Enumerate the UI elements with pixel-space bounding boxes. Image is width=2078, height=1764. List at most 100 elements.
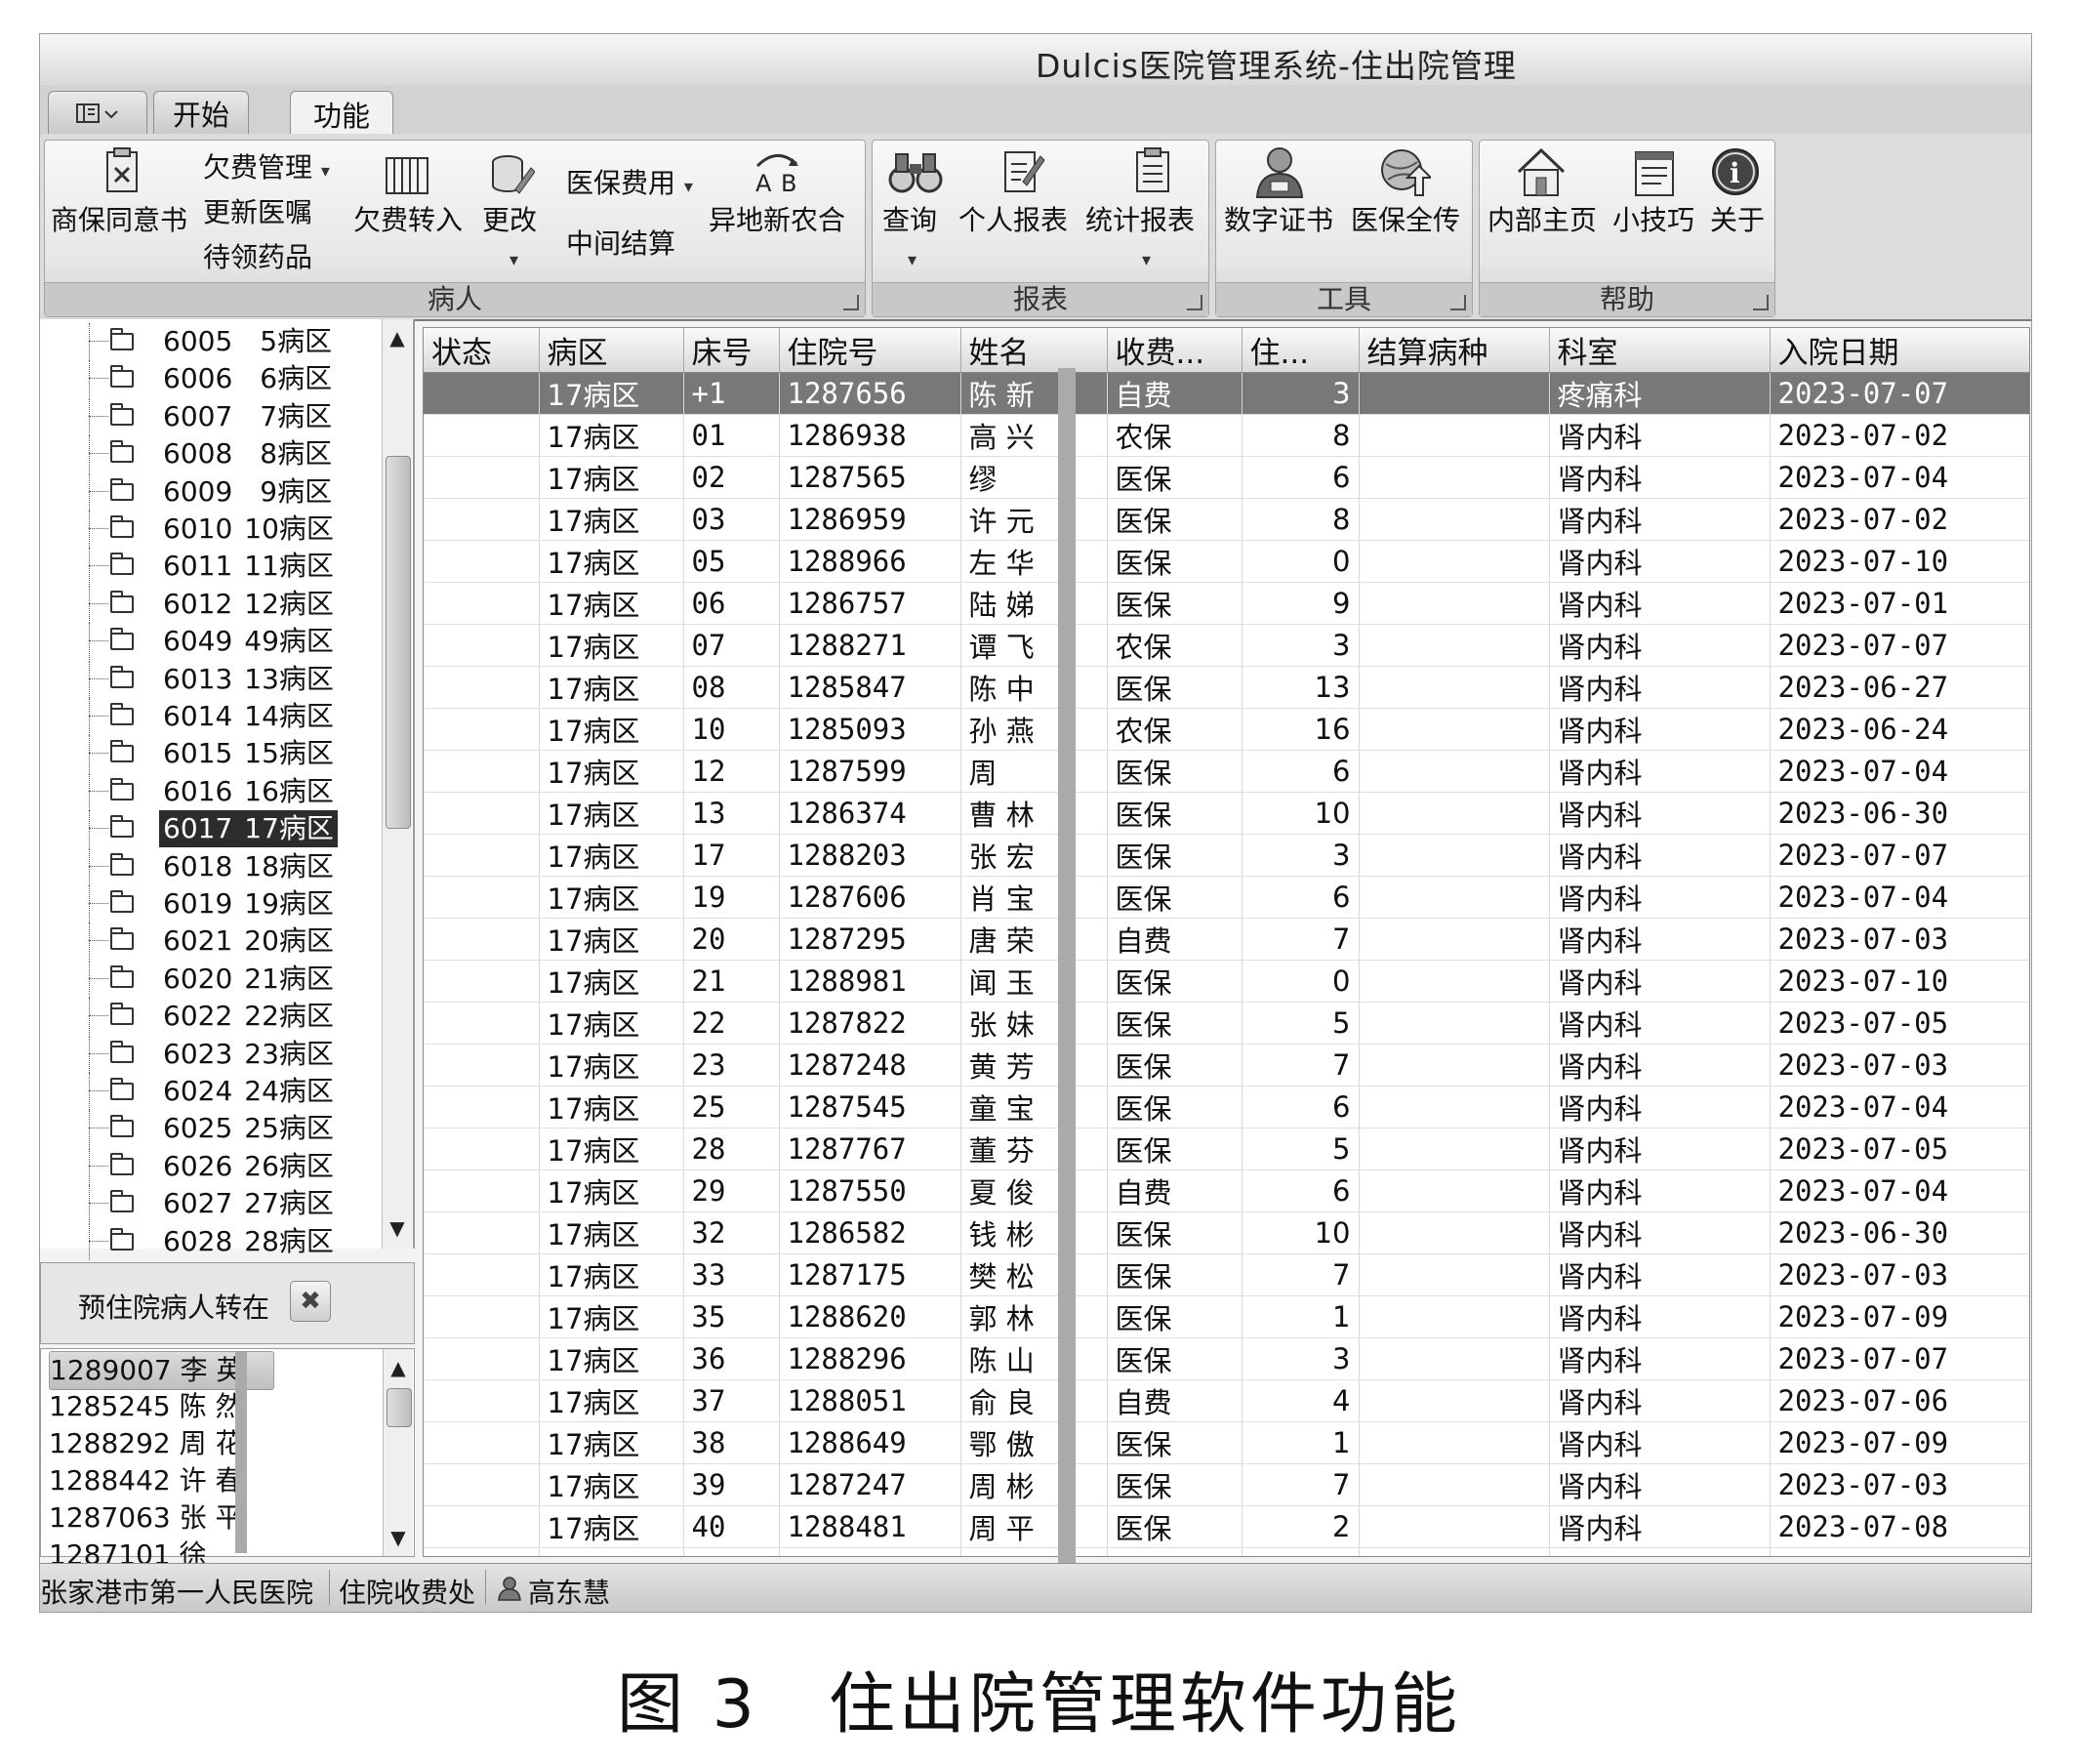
table-row[interactable]: 17病区 01 1286938 高 兴农保 8 肾内科 2023-07-02 xyxy=(424,414,2029,457)
tree-connector xyxy=(89,1052,108,1054)
pending-drugs-button[interactable]: 待领药品 xyxy=(203,236,312,275)
table-row[interactable]: 17病区 17 1288203 张 宏医保 3 肾内科 2023-07-07 xyxy=(424,834,2029,877)
insurance-fees-button[interactable]: 医保费用 ▾ xyxy=(566,162,693,201)
table-row[interactable]: 17病区 22 1287822 张 妹医保 5 肾内科 2023-07-05 xyxy=(424,1002,2029,1045)
column-header[interactable]: 床号 xyxy=(683,328,780,373)
pre-admission-id: 1288442 xyxy=(49,1464,171,1497)
pre-admission-scroll-thumb[interactable] xyxy=(387,1388,412,1427)
tab-start[interactable]: 开始 xyxy=(153,91,249,135)
table-row[interactable]: 17病区 37 1288051 俞 良自费 4 肾内科 2023-07-06 xyxy=(424,1379,2029,1422)
ribbon: 商保同意书 欠费管理 ▾ 更新医嘱 待领药品 欠费转入 更改 ▾ 医保费用 ▾ … xyxy=(40,134,2031,321)
update-orders-button[interactable]: 更新医嘱 xyxy=(203,191,312,230)
column-header[interactable]: 姓名 xyxy=(960,328,1108,373)
table-row[interactable]: 17病区 33 1287175 樊 松医保 7 肾内科 2023-07-03 xyxy=(424,1253,2029,1296)
digital-certificate-button[interactable]: 数字证书 xyxy=(1224,199,1333,238)
app-menu-button[interactable] xyxy=(48,91,147,135)
table-row[interactable]: 17病区 32 1286582 钱 彬医保 10 肾内科 2023-06-30 xyxy=(424,1211,2029,1254)
pre-admission-scrollbar[interactable]: ▲ ▼ xyxy=(383,1349,413,1556)
statistics-report-button[interactable]: 统计报表 xyxy=(1085,199,1195,238)
scroll-down-icon[interactable]: ▼ xyxy=(383,1213,412,1243)
table-row[interactable]: 17病区 38 1288649 鄂 傲医保 1 肾内科 2023-07-09 xyxy=(424,1421,2029,1464)
tree-connector xyxy=(89,623,109,661)
personal-report-button[interactable]: 个人报表 xyxy=(958,199,1068,238)
table-row[interactable]: 17病区 02 1287565 缪医保 6 肾内科 2023-07-04 xyxy=(424,456,2029,499)
dialog-launcher-icon[interactable] xyxy=(843,295,859,310)
ward-tree-scrollbar[interactable]: ▲ ▼ xyxy=(382,319,412,1249)
pre-admission-item[interactable]: 1288442 许 春 xyxy=(49,1462,243,1499)
table-cell: 肾内科 xyxy=(1549,1421,1771,1464)
tree-connector xyxy=(89,1110,109,1148)
tree-connector xyxy=(89,1147,109,1185)
modify-button[interactable]: 更改 xyxy=(482,199,537,238)
table-row[interactable]: 17病区 +1 1287656 陈 新自费 3 疼痛科 2023-07-07 xyxy=(424,372,2029,415)
table-cell: 6 xyxy=(1242,1086,1360,1128)
dialog-launcher-icon[interactable] xyxy=(1450,295,1466,310)
consent-form-button[interactable]: 商保同意书 xyxy=(51,199,187,238)
table-row[interactable]: 17病区 23 1287248 黄 芳医保 7 肾内科 2023-07-03 xyxy=(424,1044,2029,1087)
table-cell: 肾内科 xyxy=(1549,1211,1771,1254)
dialog-launcher-icon[interactable] xyxy=(1753,295,1769,310)
table-row[interactable]: 17病区 03 1286959 许 元医保 8 肾内科 2023-07-02 xyxy=(424,498,2029,541)
scroll-up-icon[interactable]: ▲ xyxy=(383,323,412,352)
table-row[interactable]: 17病区 19 1287606 肖 宝医保 6 肾内科 2023-07-04 xyxy=(424,876,2029,919)
table-cell: 陆 娣 xyxy=(960,582,1108,625)
column-header[interactable]: 结算病种 xyxy=(1359,328,1550,373)
tips-button[interactable]: 小技巧 xyxy=(1612,199,1694,238)
scroll-up-icon[interactable]: ▲ xyxy=(384,1353,413,1382)
tab-function[interactable]: 功能 xyxy=(290,91,393,136)
column-header[interactable]: 病区 xyxy=(539,328,684,373)
table-cell: 17病区 xyxy=(539,666,684,709)
table-cell: 陈 山 xyxy=(960,1337,1108,1380)
scroll-down-icon[interactable]: ▼ xyxy=(384,1523,413,1552)
intranet-home-button[interactable]: 内部主页 xyxy=(1487,199,1597,238)
column-header[interactable]: 入院日期 xyxy=(1770,328,2029,373)
table-row[interactable]: 17病区 07 1288271 谭 飞农保 3 肾内科 2023-07-07 xyxy=(424,624,2029,667)
ward-code: 6027 xyxy=(163,1187,233,1220)
table-row[interactable]: 17病区 05 1288966 左 华医保 0 肾内科 2023-07-10 xyxy=(424,540,2029,583)
table-row[interactable]: 17病区 13 1286374 曹 林医保 10 肾内科 2023-06-30 xyxy=(424,792,2029,835)
interim-settlement-button[interactable]: 中间结算 xyxy=(566,223,675,262)
column-header[interactable]: 状态 xyxy=(424,328,540,373)
insurance-upload-button[interactable]: 医保全传 xyxy=(1351,199,1460,238)
pre-admission-item[interactable]: 1288292 周 花 xyxy=(49,1425,243,1462)
arrears-management-button[interactable]: 欠费管理 ▾ xyxy=(203,146,330,185)
table-row[interactable]: 17病区 21 1288981 闻 玉医保 0 肾内科 2023-07-10 xyxy=(424,960,2029,1003)
table-row[interactable]: 17病区 39 1287247 周 彬医保 7 肾内科 2023-07-03 xyxy=(424,1463,2029,1506)
column-header[interactable]: 住... xyxy=(1242,328,1360,373)
close-icon[interactable]: ✖ xyxy=(290,1281,331,1322)
table-row[interactable]: 17病区 40 1288481 周 平医保 2 肾内科 2023-07-08 xyxy=(424,1505,2029,1548)
dialog-launcher-icon[interactable] xyxy=(1187,295,1202,310)
arrears-transfer-button[interactable]: 欠费转入 xyxy=(353,199,463,238)
table-row[interactable]: 17病区 36 1288296 陈 山医保 3 肾内科 2023-07-07 xyxy=(424,1337,2029,1380)
table-cell: 3 xyxy=(1242,624,1360,667)
table-cell xyxy=(424,1379,540,1422)
table-cell: 38 xyxy=(683,1421,780,1464)
table-row[interactable]: 17病区411288896马 根医保0 肾内科2023-07-10 xyxy=(424,1547,2029,1556)
column-header[interactable]: 住院号 xyxy=(779,328,961,373)
table-cell: 肾内科 xyxy=(1549,1505,1771,1548)
table-row[interactable]: 17病区 20 1287295 唐 荣自费 7 肾内科 2023-07-03 xyxy=(424,918,2029,961)
table-row[interactable]: 17病区 28 1287767 董 芬医保 5 肾内科 2023-07-05 xyxy=(424,1128,2029,1170)
table-row[interactable]: 17病区 10 1285093 孙 燕农保 16 肾内科 2023-06-24 xyxy=(424,708,2029,751)
query-button[interactable]: 查询 xyxy=(882,199,937,238)
table-cell: 17病区 xyxy=(539,372,684,415)
table-row[interactable]: 17病区 06 1286757 陆 娣医保 9 肾内科 2023-07-01 xyxy=(424,582,2029,625)
table-cell: 马 根 xyxy=(960,1547,1108,1556)
ward-name: 27病区 xyxy=(244,1187,334,1220)
table-row[interactable]: 17病区 08 1285847 陈 中医保 13 肾内科 2023-06-27 xyxy=(424,666,2029,709)
table-cell: 41 xyxy=(683,1547,780,1556)
column-header[interactable]: 科室 xyxy=(1549,328,1771,373)
remote-rural-coop-button[interactable]: 异地新农合 xyxy=(709,199,845,238)
table-row[interactable]: 17病区 25 1287545 童 宝医保 6 肾内科 2023-07-04 xyxy=(424,1086,2029,1128)
column-header[interactable]: 收费... xyxy=(1107,328,1243,373)
table-row[interactable]: 17病区 29 1287550 夏 俊自费 6 肾内科 2023-07-04 xyxy=(424,1169,2029,1212)
table-row[interactable]: 17病区 35 1288620 郭 林医保 1 肾内科 2023-07-09 xyxy=(424,1295,2029,1338)
ward-tree-scroll-thumb[interactable] xyxy=(386,456,411,829)
table-row[interactable]: 17病区 12 1287599 周医保 6 肾内科 2023-07-04 xyxy=(424,750,2029,793)
pre-admission-item[interactable]: 1285245 陈 然 xyxy=(49,1388,243,1425)
ab-icon: A B xyxy=(755,154,798,195)
table-cell: 1288896 xyxy=(779,1547,961,1556)
pre-admission-item[interactable]: 1287063 张 平 xyxy=(49,1499,243,1537)
table-cell: 06 xyxy=(683,582,780,625)
about-button[interactable]: 关于 xyxy=(1710,199,1765,238)
